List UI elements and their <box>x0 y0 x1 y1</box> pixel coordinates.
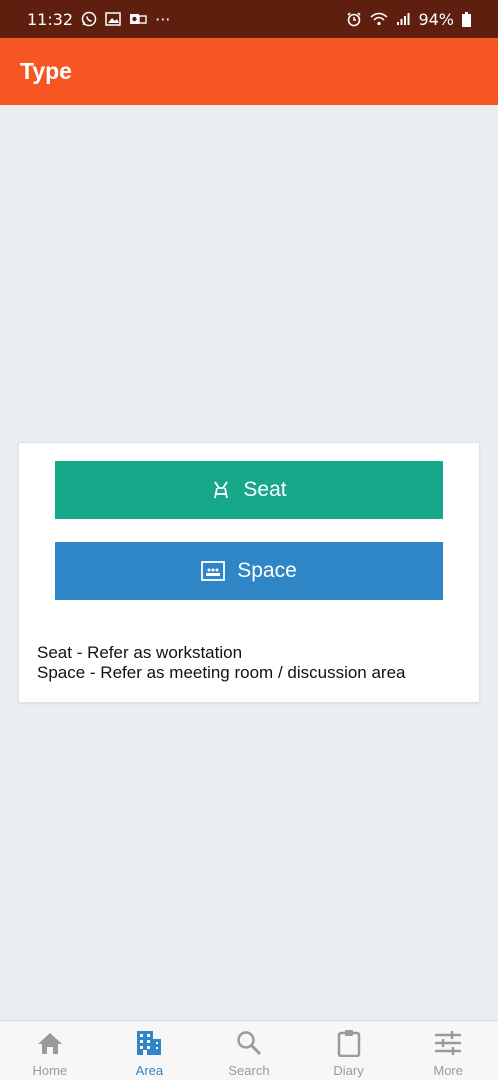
more-notifications: ··· <box>155 9 171 29</box>
type-description: Seat - Refer as workstation Space - Refe… <box>37 643 406 683</box>
gallery-icon <box>105 12 121 26</box>
space-button[interactable]: Space <box>55 542 443 600</box>
space-description: Space - Refer as meeting room / discussi… <box>37 663 406 682</box>
meeting-room-icon <box>201 561 226 581</box>
sliders-icon <box>434 1029 462 1057</box>
seat-label: Seat <box>243 478 287 501</box>
whatsapp-icon <box>81 11 97 27</box>
outlook-icon <box>129 12 147 26</box>
page-title: Type <box>20 58 72 84</box>
alarm-icon <box>346 11 362 27</box>
battery-icon <box>462 11 471 27</box>
app-bar: Type <box>0 38 498 105</box>
nav-diary[interactable]: Diary <box>299 1021 399 1080</box>
nav-search-label: Search <box>228 1063 270 1078</box>
nav-search[interactable]: Search <box>199 1021 299 1080</box>
nav-more[interactable]: More <box>398 1021 498 1080</box>
clipboard-icon <box>335 1029 363 1057</box>
bottom-navigation: Home Area Search Diary More <box>0 1020 498 1080</box>
seat-description: Seat - Refer as workstation <box>37 643 243 662</box>
type-selection-card: Seat Space Seat - Refer as workstation S… <box>18 442 480 703</box>
space-label: Space <box>237 559 297 582</box>
home-icon <box>36 1029 64 1057</box>
building-icon <box>135 1029 163 1057</box>
nav-diary-label: Diary <box>333 1063 364 1078</box>
nav-area-label: Area <box>135 1063 164 1078</box>
nav-home[interactable]: Home <box>0 1021 100 1080</box>
status-time: 11:32 <box>27 9 74 29</box>
signal-icon <box>396 12 410 26</box>
search-icon <box>235 1029 263 1057</box>
wifi-icon <box>370 12 388 26</box>
battery-percent: 94% <box>418 9 454 29</box>
status-bar: 11:32 ··· 94% <box>0 0 498 38</box>
nav-area[interactable]: Area <box>100 1021 200 1080</box>
nav-more-label: More <box>433 1063 463 1078</box>
nav-home-label: Home <box>32 1063 68 1078</box>
seat-button[interactable]: Seat <box>55 461 443 519</box>
seat-icon <box>211 480 231 500</box>
